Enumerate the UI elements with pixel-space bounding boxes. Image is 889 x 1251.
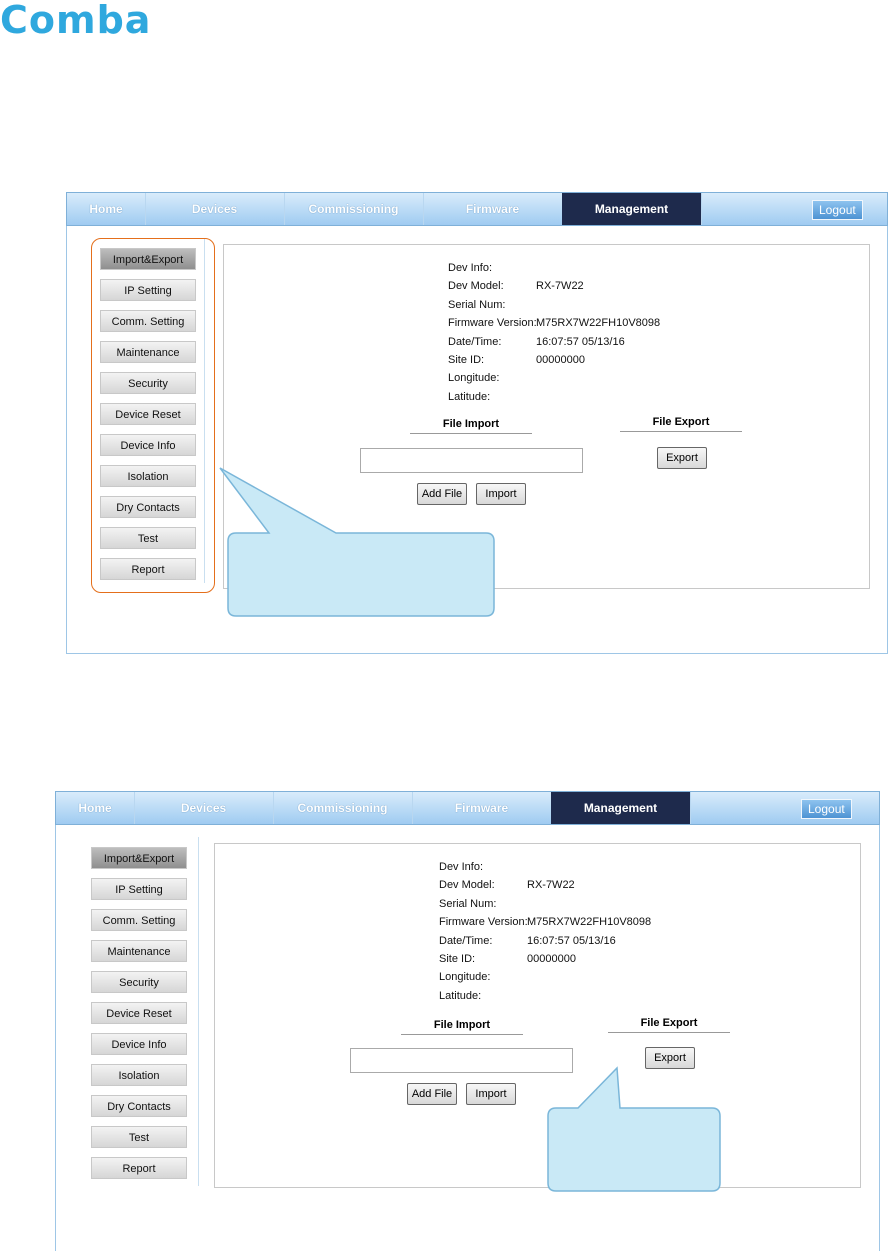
tab-firmware[interactable]: Firmware <box>412 792 552 824</box>
firmware-version-value: M75RX7W22FH10V8098 <box>527 916 652 929</box>
content-area: Import&Export IP Setting Comm. Setting M… <box>66 226 888 654</box>
sidebar: Import&Export IP Setting Comm. Setting M… <box>83 837 199 1186</box>
dev-info: Dev Info: Dev Model: RX-7W22 Serial Num: … <box>448 259 660 406</box>
file-path-input[interactable] <box>350 1048 573 1073</box>
tab-commissioning[interactable]: Commissioning <box>284 193 424 225</box>
file-export-heading: File Export <box>608 1016 730 1033</box>
main-panel: Dev Info: Dev Model: RX-7W22 Serial Num: … <box>214 843 861 1188</box>
import-button[interactable]: Import <box>476 483 526 505</box>
date-time-value: 16:07:57 05/13/16 <box>527 934 616 947</box>
content-area: Import&Export IP Setting Comm. Setting M… <box>55 825 880 1251</box>
file-import-heading: File Import <box>410 417 532 434</box>
longitude-label: Longitude: <box>439 971 491 984</box>
site-id-value: 00000000 <box>536 353 585 366</box>
date-time-value: 16:07:57 05/13/16 <box>536 335 625 348</box>
date-time-label: Date/Time: <box>439 934 493 947</box>
tab-home[interactable]: Home <box>67 193 146 225</box>
sidebar-item-report[interactable]: Report <box>91 1157 187 1179</box>
tab-commissioning[interactable]: Commissioning <box>273 792 413 824</box>
add-file-button[interactable]: Add File <box>417 483 467 505</box>
main-panel: Dev Info: Dev Model: RX-7W22 Serial Num: … <box>223 244 870 589</box>
tab-home[interactable]: Home <box>56 792 135 824</box>
sidebar-item-comm-setting[interactable]: Comm. Setting <box>91 909 187 931</box>
latitude-label: Latitude: <box>448 390 491 403</box>
site-id-label: Site ID: <box>439 952 476 965</box>
dev-model-value: RX-7W22 <box>536 280 584 293</box>
dev-info-title: Dev Info: <box>439 861 484 873</box>
dev-info-title: Dev Info: <box>448 262 493 274</box>
logout-button[interactable]: Logout <box>801 799 852 819</box>
sidebar-item-ip-setting[interactable]: IP Setting <box>91 878 187 900</box>
import-button[interactable]: Import <box>466 1083 516 1105</box>
latitude-label: Latitude: <box>439 989 482 1002</box>
screenshot-2: Home Devices Commissioning Firmware Mana… <box>55 791 880 1251</box>
add-file-button[interactable]: Add File <box>407 1083 457 1105</box>
firmware-version-label: Firmware Version: <box>448 317 537 330</box>
nav-bar: Home Devices Commissioning Firmware Mana… <box>55 791 880 825</box>
tab-firmware[interactable]: Firmware <box>423 193 563 225</box>
sidebar-item-device-info[interactable]: Device Info <box>91 1033 187 1055</box>
nav-bar: Home Devices Commissioning Firmware Mana… <box>66 192 888 226</box>
site-id-value: 00000000 <box>527 952 576 965</box>
file-export-heading: File Export <box>620 415 742 432</box>
serial-num-label: Serial Num: <box>448 298 506 311</box>
dev-model-value: RX-7W22 <box>527 879 575 892</box>
site-id-label: Site ID: <box>448 353 485 366</box>
tab-devices[interactable]: Devices <box>145 193 285 225</box>
tab-devices[interactable]: Devices <box>134 792 274 824</box>
export-button[interactable]: Export <box>657 447 707 469</box>
serial-num-label: Serial Num: <box>439 897 497 910</box>
screenshot-1: Home Devices Commissioning Firmware Mana… <box>66 192 888 654</box>
sidebar-item-security[interactable]: Security <box>91 971 187 993</box>
firmware-version-value: M75RX7W22FH10V8098 <box>536 317 661 330</box>
dev-model-label: Dev Model: <box>439 879 495 892</box>
firmware-version-label: Firmware Version: <box>439 916 528 929</box>
tab-management[interactable]: Management <box>562 193 702 225</box>
longitude-label: Longitude: <box>448 372 500 385</box>
file-import-heading: File Import <box>401 1018 523 1035</box>
sidebar-item-isolation[interactable]: Isolation <box>91 1064 187 1086</box>
sidebar-item-device-reset[interactable]: Device Reset <box>91 1002 187 1024</box>
file-path-input[interactable] <box>360 448 583 473</box>
sidebar-item-import-export[interactable]: Import&Export <box>91 847 187 869</box>
export-button[interactable]: Export <box>645 1047 695 1069</box>
sidebar-item-maintenance[interactable]: Maintenance <box>91 940 187 962</box>
date-time-label: Date/Time: <box>448 335 502 348</box>
tab-management[interactable]: Management <box>551 792 691 824</box>
logout-button[interactable]: Logout <box>812 200 863 220</box>
comba-logo: Comba <box>0 0 152 42</box>
dev-info: Dev Info: Dev Model: RX-7W22 Serial Num: … <box>439 858 651 1005</box>
sidebar-highlight <box>91 238 215 593</box>
sidebar-item-test[interactable]: Test <box>91 1126 187 1148</box>
dev-model-label: Dev Model: <box>448 280 504 293</box>
sidebar-item-dry-contacts[interactable]: Dry Contacts <box>91 1095 187 1117</box>
